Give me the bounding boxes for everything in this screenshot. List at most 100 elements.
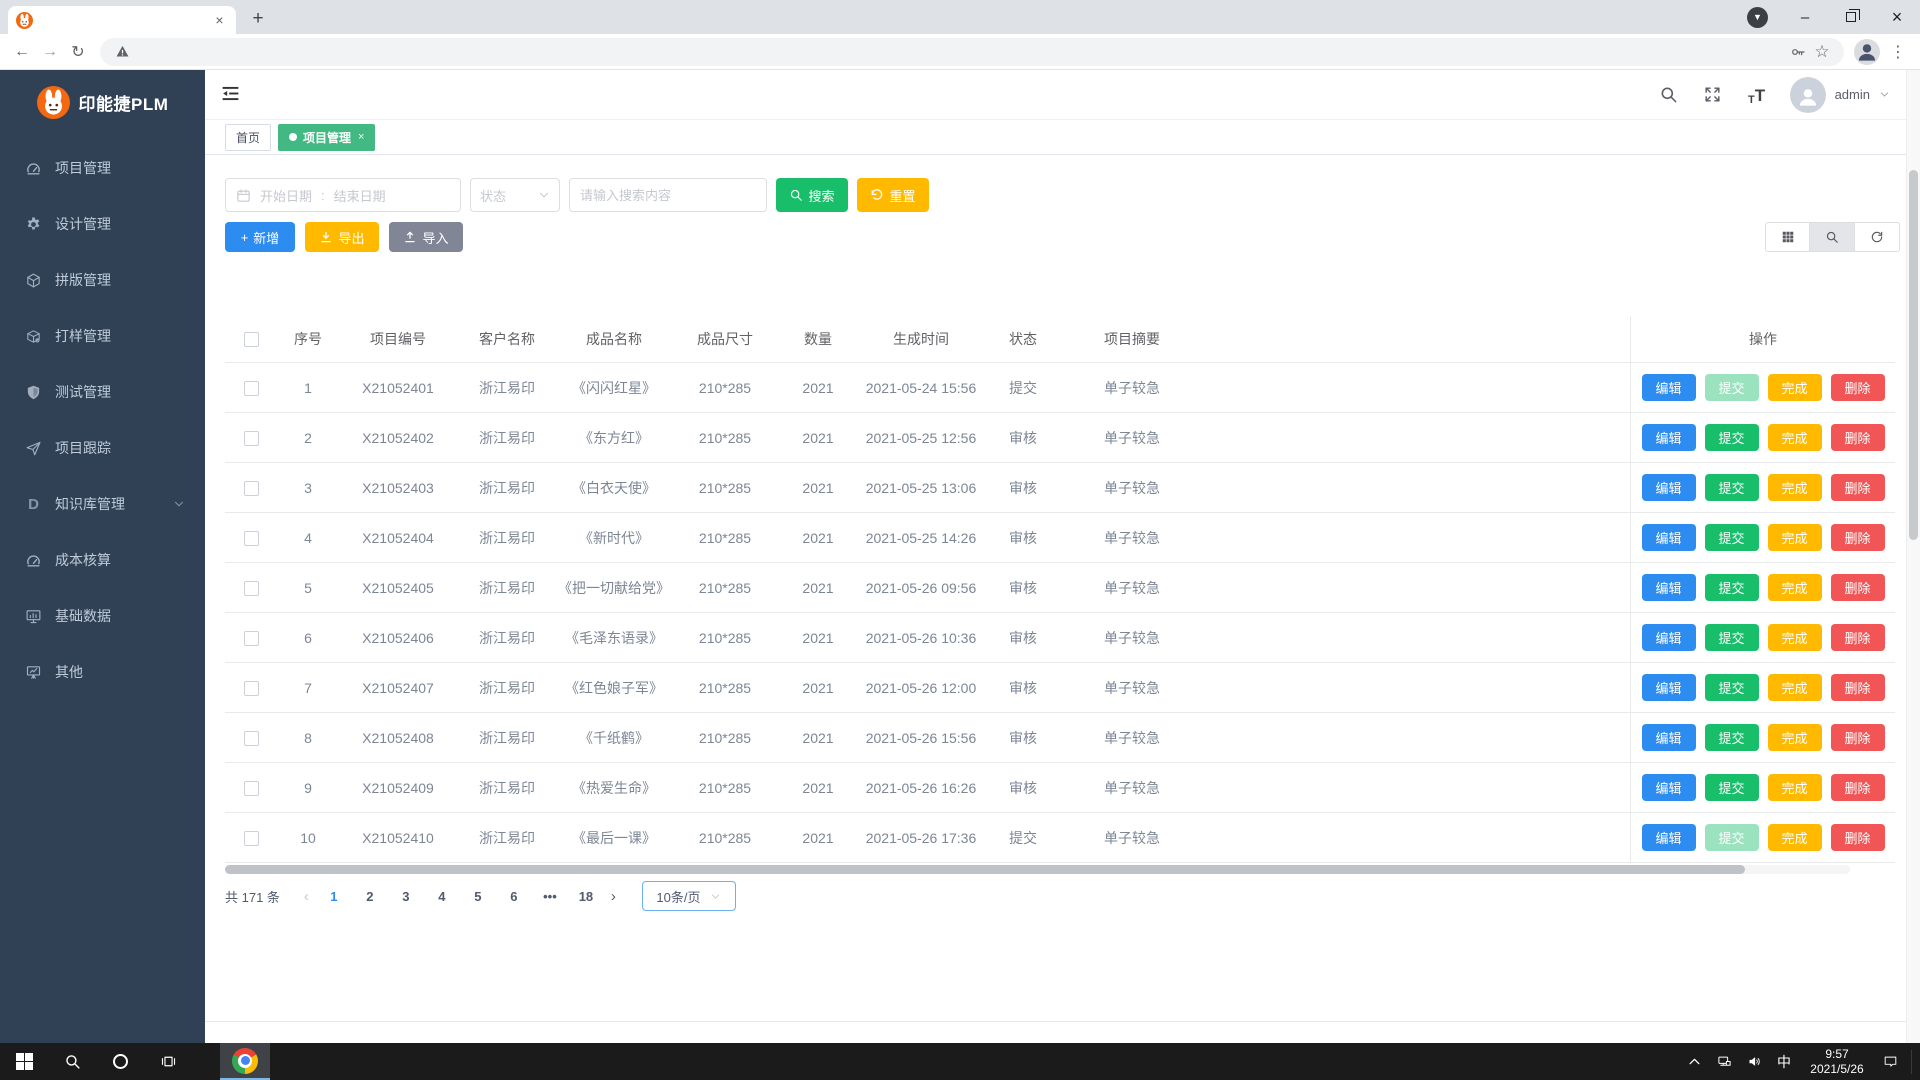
horizontal-scrollbar[interactable] <box>225 865 1850 874</box>
nav-tag-1[interactable]: 项目管理× <box>278 124 375 151</box>
search-input[interactable] <box>569 178 767 212</box>
window-minimize-button[interactable]: – <box>1782 0 1828 34</box>
show-desktop-button[interactable] <box>1912 1043 1920 1080</box>
status-select[interactable]: 状态 <box>470 178 560 212</box>
sidebar-item-8[interactable]: 基础数据 <box>0 588 205 644</box>
table-refresh-icon[interactable] <box>1855 222 1900 252</box>
forward-button[interactable]: → <box>36 38 64 66</box>
page-prev-icon[interactable]: ‹ <box>304 888 309 905</box>
row-finish-button[interactable]: 完成 <box>1768 424 1822 451</box>
ime-indicator[interactable]: 中 <box>1769 1043 1799 1080</box>
page-4[interactable]: 4 <box>431 889 453 904</box>
tab-close-icon[interactable]: × <box>211 12 228 29</box>
network-icon[interactable] <box>1709 1043 1739 1080</box>
row-submit-button[interactable]: 提交 <box>1705 724 1759 751</box>
row-submit-button[interactable]: 提交 <box>1705 524 1759 551</box>
user-menu[interactable]: admin <box>1790 77 1890 113</box>
start-button[interactable] <box>0 1043 48 1080</box>
page-3[interactable]: 3 <box>395 889 417 904</box>
row-edit-button[interactable]: 编辑 <box>1642 674 1696 701</box>
row-edit-button[interactable]: 编辑 <box>1642 724 1696 751</box>
vertical-scrollbar[interactable] <box>1906 70 1920 1043</box>
page-size-select[interactable]: 10条/页 <box>642 881 736 911</box>
import-button[interactable]: 导入 <box>389 222 463 252</box>
add-button[interactable]: + 新增 <box>225 222 295 252</box>
row-finish-button[interactable]: 完成 <box>1768 774 1822 801</box>
row-delete-button[interactable]: 删除 <box>1831 774 1885 801</box>
row-submit-button[interactable]: 提交 <box>1705 774 1759 801</box>
row-edit-button[interactable]: 编辑 <box>1642 524 1696 551</box>
row-edit-button[interactable]: 编辑 <box>1642 774 1696 801</box>
date-range-picker[interactable]: 开始日期 : 结束日期 <box>225 178 461 212</box>
row-checkbox[interactable] <box>244 781 259 796</box>
tray-expand-icon[interactable] <box>1679 1043 1709 1080</box>
fullscreen-icon[interactable] <box>1702 84 1724 106</box>
page-6[interactable]: 6 <box>503 889 525 904</box>
sidebar-item-3[interactable]: 打样管理 <box>0 308 205 364</box>
row-finish-button[interactable]: 完成 <box>1768 374 1822 401</box>
sidebar-item-7[interactable]: 成本核算 <box>0 532 205 588</box>
volume-icon[interactable] <box>1739 1043 1769 1080</box>
font-size-icon[interactable]: TT <box>1746 84 1768 106</box>
browser-profile-avatar[interactable] <box>1854 39 1880 65</box>
row-submit-button[interactable]: 提交 <box>1705 424 1759 451</box>
row-checkbox[interactable] <box>244 831 259 846</box>
row-edit-button[interactable]: 编辑 <box>1642 474 1696 501</box>
select-all-checkbox[interactable] <box>244 332 259 347</box>
row-delete-button[interactable]: 删除 <box>1831 824 1885 851</box>
row-delete-button[interactable]: 删除 <box>1831 374 1885 401</box>
row-finish-button[interactable]: 完成 <box>1768 524 1822 551</box>
action-center-icon[interactable] <box>1875 1043 1905 1080</box>
row-submit-button[interactable]: 提交 <box>1705 574 1759 601</box>
sidebar-item-6[interactable]: D知识库管理 <box>0 476 205 532</box>
row-edit-button[interactable]: 编辑 <box>1642 624 1696 651</box>
row-delete-button[interactable]: 删除 <box>1831 424 1885 451</box>
row-delete-button[interactable]: 删除 <box>1831 524 1885 551</box>
page-1[interactable]: 1 <box>323 889 345 904</box>
task-view-button[interactable] <box>144 1043 192 1080</box>
back-button[interactable]: ← <box>8 38 36 66</box>
row-finish-button[interactable]: 完成 <box>1768 474 1822 501</box>
row-checkbox[interactable] <box>244 581 259 596</box>
browser-menu-icon[interactable]: ⋮ <box>1886 42 1910 62</box>
nav-tag-0[interactable]: 首页 <box>225 124 271 151</box>
row-checkbox[interactable] <box>244 631 259 646</box>
reload-button[interactable]: ↻ <box>64 38 92 66</box>
reset-button[interactable]: 重置 <box>857 178 929 212</box>
password-key-icon[interactable] <box>1786 40 1810 64</box>
row-finish-button[interactable]: 完成 <box>1768 724 1822 751</box>
taskbar-search-button[interactable] <box>48 1043 96 1080</box>
page-•••[interactable]: ••• <box>539 889 561 904</box>
row-finish-button[interactable]: 完成 <box>1768 824 1822 851</box>
browser-tab[interactable]: × <box>8 6 236 34</box>
bookmark-star-icon[interactable]: ☆ <box>1810 40 1834 64</box>
extension-icon[interactable]: ▼ <box>1747 7 1768 28</box>
sidebar-item-5[interactable]: 项目跟踪 <box>0 420 205 476</box>
row-submit-button[interactable]: 提交 <box>1705 374 1759 401</box>
sidebar-item-9[interactable]: 其他 <box>0 644 205 700</box>
new-tab-button[interactable]: + <box>244 5 272 33</box>
row-edit-button[interactable]: 编辑 <box>1642 424 1696 451</box>
window-close-button[interactable]: × <box>1874 0 1920 34</box>
row-submit-button[interactable]: 提交 <box>1705 674 1759 701</box>
row-finish-button[interactable]: 完成 <box>1768 624 1822 651</box>
sidebar-fold-icon[interactable] <box>220 83 244 107</box>
row-delete-button[interactable]: 删除 <box>1831 474 1885 501</box>
site-warning-icon[interactable] <box>110 40 134 64</box>
row-checkbox[interactable] <box>244 681 259 696</box>
page-5[interactable]: 5 <box>467 889 489 904</box>
row-checkbox[interactable] <box>244 481 259 496</box>
row-submit-button[interactable]: 提交 <box>1705 624 1759 651</box>
row-edit-button[interactable]: 编辑 <box>1642 574 1696 601</box>
column-grid-icon[interactable] <box>1765 222 1810 252</box>
sidebar-item-0[interactable]: 项目管理 <box>0 140 205 196</box>
horizontal-scrollbar-thumb[interactable] <box>225 865 1745 874</box>
row-checkbox[interactable] <box>244 531 259 546</box>
sidebar-item-1[interactable]: 设计管理 <box>0 196 205 252</box>
row-delete-button[interactable]: 删除 <box>1831 724 1885 751</box>
row-checkbox[interactable] <box>244 731 259 746</box>
chrome-taskbar-button[interactable] <box>220 1043 270 1080</box>
cortana-button[interactable] <box>96 1043 144 1080</box>
taskbar-clock[interactable]: 9:57 2021/5/26 <box>1799 1047 1875 1077</box>
tag-close-icon[interactable]: × <box>358 131 364 143</box>
